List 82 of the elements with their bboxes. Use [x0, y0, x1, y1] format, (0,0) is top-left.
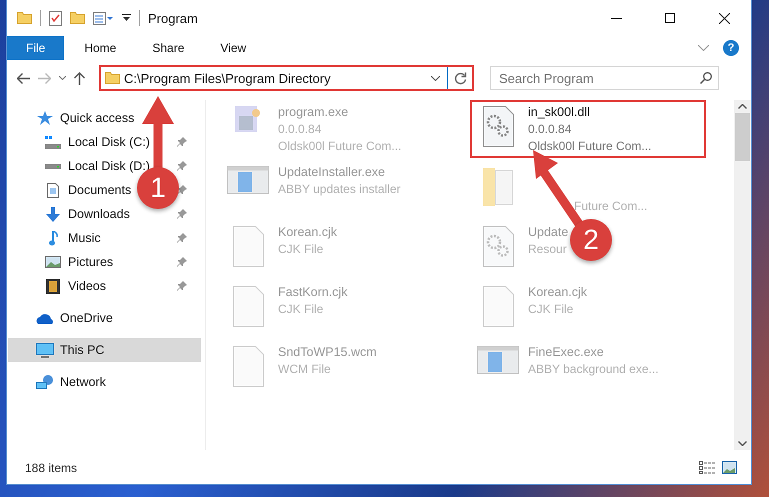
- pin-icon[interactable]: [177, 161, 187, 171]
- up-arrow-icon[interactable]: [74, 72, 85, 84]
- blank-file-icon[interactable]: [232, 286, 264, 327]
- nav-item[interactable]: Pictures: [68, 255, 114, 269]
- folder-icon: [105, 72, 120, 84]
- help-button[interactable]: ?: [723, 40, 739, 56]
- nav-item[interactable]: Videos: [68, 279, 106, 293]
- address-bar[interactable]: C:\Program Files\Program Directory: [99, 65, 474, 91]
- file-detail: Future Com...: [574, 198, 648, 215]
- blank-file-icon[interactable]: [482, 286, 514, 327]
- file-detail: CJK File: [528, 301, 574, 318]
- details-view-icon[interactable]: [699, 461, 716, 474]
- ribbon-tab[interactable]: View: [202, 36, 264, 60]
- search-icon[interactable]: [700, 72, 712, 84]
- file-detail: ABBY background exe...: [528, 361, 659, 378]
- file-detail: Oldsk00l Future Com...: [278, 138, 402, 155]
- scroll-up-icon[interactable]: [738, 104, 747, 109]
- chevron-down-icon[interactable]: [59, 76, 66, 80]
- scrollbar-thumb[interactable]: [735, 113, 750, 161]
- nav-item[interactable]: Local Disk (C:): [68, 135, 150, 149]
- pin-icon[interactable]: [177, 209, 187, 219]
- music-note-icon: [48, 230, 58, 246]
- film-icon: [46, 278, 60, 294]
- nav-item[interactable]: Local Disk (D:): [68, 159, 150, 173]
- drive-icon: [45, 164, 61, 168]
- network-icon: [36, 375, 54, 389]
- file-detail: CJK File: [278, 301, 324, 318]
- checklist-icon[interactable]: [49, 10, 62, 26]
- ribbon-tab[interactable]: Share: [134, 36, 202, 60]
- file-detail: 0.0.0.84: [278, 121, 322, 138]
- nav-item[interactable]: Downloads: [68, 207, 130, 221]
- ribbon-tab[interactable]: Home: [66, 36, 134, 60]
- nav-item[interactable]: This PC: [60, 343, 104, 357]
- gears-file-icon[interactable]: [482, 226, 514, 267]
- blank-file-icon[interactable]: [232, 226, 264, 267]
- search-field[interactable]: Search Program: [490, 66, 719, 90]
- step-number: 2: [570, 219, 612, 261]
- folder-icon[interactable]: [70, 12, 85, 24]
- nav-item[interactable]: Documents: [68, 183, 132, 197]
- pin-icon[interactable]: [177, 281, 187, 291]
- file-detail: CJK File: [278, 241, 324, 258]
- refresh-icon[interactable]: [454, 72, 466, 84]
- file-detail: 0.0.0.84: [528, 121, 572, 138]
- forward-arrow-icon[interactable]: [38, 72, 51, 84]
- window-icon[interactable]: [477, 346, 519, 374]
- star-icon: [37, 110, 53, 126]
- nav-item[interactable]: OneDrive: [60, 311, 113, 325]
- file-menu-button[interactable]: File: [7, 36, 64, 60]
- file-detail: Resour: [528, 241, 568, 258]
- back-arrow-icon[interactable]: [17, 72, 30, 84]
- item-count: 188 items: [25, 460, 78, 474]
- document-icon: [47, 182, 59, 198]
- scroll-down-icon[interactable]: [738, 441, 747, 446]
- maximize-icon[interactable]: [665, 13, 675, 23]
- window-icon[interactable]: [227, 166, 269, 194]
- nav-item[interactable]: Music: [68, 231, 101, 245]
- picture-icon: [45, 256, 61, 268]
- properties-icon[interactable]: [93, 12, 114, 24]
- large-icons-view-icon[interactable]: [722, 461, 737, 474]
- pin-icon[interactable]: [177, 137, 187, 147]
- down-arrow-icon: [46, 206, 60, 222]
- window-title: Program: [148, 10, 199, 26]
- pin-icon[interactable]: [177, 185, 187, 195]
- gears-file-icon[interactable]: [482, 106, 514, 147]
- blank-file-icon[interactable]: [232, 346, 264, 387]
- file-detail: ABBY updates installer: [278, 181, 401, 198]
- file-detail: Oldsk00l Future Com...: [528, 138, 652, 155]
- monitor-icon: [36, 342, 54, 358]
- program-icon[interactable]: [235, 106, 261, 134]
- dropdown-icon[interactable]: [122, 14, 131, 22]
- close-icon[interactable]: [718, 12, 730, 24]
- nav-item[interactable]: Quick access: [60, 111, 134, 125]
- file-name[interactable]: in_sk00l.dll: [528, 104, 652, 121]
- pin-icon[interactable]: [177, 257, 187, 267]
- pin-icon[interactable]: [177, 233, 187, 243]
- scrollbar[interactable]: [734, 100, 751, 450]
- chevron-down-icon[interactable]: [431, 76, 440, 80]
- file-detail: WCM File: [278, 361, 332, 378]
- nav-item[interactable]: Network: [60, 375, 106, 389]
- cloud-icon: [36, 312, 54, 324]
- folder-icon[interactable]: [17, 12, 32, 24]
- drive-icon: [45, 136, 61, 148]
